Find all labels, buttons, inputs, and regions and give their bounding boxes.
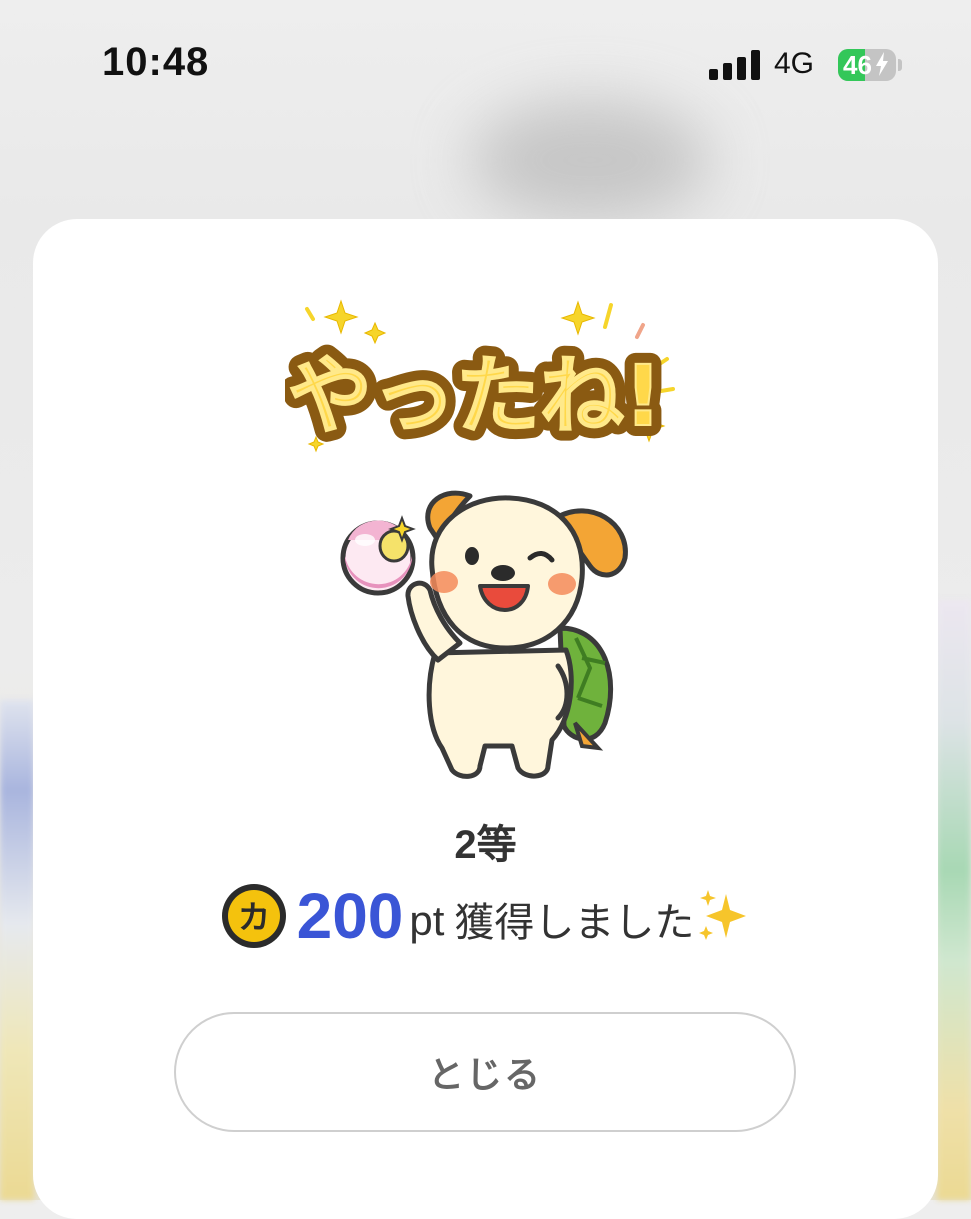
signal-bars-icon: [709, 50, 761, 80]
battery-icon: 46: [838, 49, 896, 81]
mascot-illustration: [340, 490, 628, 779]
charging-bolt-icon: [876, 52, 888, 76]
close-button-label: とじる: [427, 1055, 542, 1096]
prize-rank: 2等: [454, 823, 517, 867]
sparkles-icon: [699, 890, 747, 940]
battery-tip: [898, 59, 902, 71]
network-type: 4G: [774, 47, 815, 80]
coin-symbol: カ: [238, 898, 270, 936]
close-button[interactable]: とじる: [174, 1012, 796, 1132]
points-unit: pt: [409, 897, 445, 944]
coin-icon: カ: [221, 884, 286, 948]
status-time: 10:48: [102, 40, 210, 84]
yattane-banner: やったね! やったね!: [285, 299, 675, 456]
reward-message: 獲得しました: [454, 900, 695, 946]
reward-line: カ 200 pt 獲得しました: [0, 876, 971, 956]
points-value: 200: [296, 880, 404, 952]
battery-level: 46: [843, 50, 872, 80]
status-bar: 10:48 4G 46: [0, 0, 971, 120]
banner-text: やったね!: [288, 347, 662, 445]
